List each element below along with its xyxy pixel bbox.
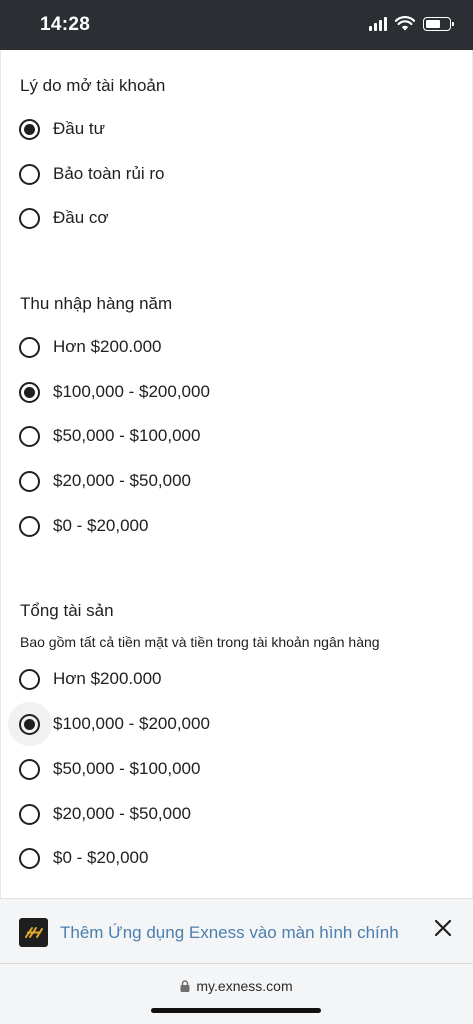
radio-unchecked-icon[interactable] <box>19 758 40 780</box>
option-label: $100,000 - $200,000 <box>53 382 210 401</box>
exness-logo-icon <box>19 918 48 947</box>
radio-checked-icon[interactable] <box>19 118 40 140</box>
section-title-account-reason: Lý do mở tài khoản <box>20 76 166 95</box>
option-label: Hơn $200.000 <box>53 337 162 356</box>
option-label: $50,000 - $100,000 <box>53 759 201 778</box>
radio-unchecked-icon[interactable] <box>19 668 40 690</box>
radio-checked-icon[interactable] <box>19 713 40 735</box>
wifi-icon <box>395 16 415 31</box>
battery-icon <box>423 16 454 31</box>
radio-option-annual-income-2[interactable]: $50,000 - $100,000 <box>19 421 200 451</box>
radio-unchecked-icon[interactable] <box>19 425 40 447</box>
option-label: $50,000 - $100,000 <box>53 426 201 445</box>
section-description-total-assets: Bao gồm tất cả tiền mặt và tiền trong tà… <box>20 634 380 650</box>
radio-option-total-assets-3[interactable]: $20,000 - $50,000 <box>19 799 191 829</box>
radio-unchecked-icon[interactable] <box>19 803 40 825</box>
radio-option-account-reason-2[interactable]: Đầu cơ <box>19 203 109 233</box>
option-label: Đầu cơ <box>53 208 109 227</box>
radio-option-total-assets-1[interactable]: $100,000 - $200,000 <box>19 709 210 739</box>
radio-unchecked-icon[interactable] <box>19 847 40 869</box>
status-icons <box>369 16 454 31</box>
section-title-total-assets: Tổng tài sản <box>20 601 114 620</box>
radio-option-total-assets-4[interactable]: $0 - $20,000 <box>19 843 148 873</box>
radio-unchecked-icon[interactable] <box>19 336 40 358</box>
option-label: Đầu tư <box>53 119 106 138</box>
radio-checked-icon[interactable] <box>19 381 40 403</box>
status-time: 14:28 <box>40 14 91 35</box>
option-label: $20,000 - $50,000 <box>53 804 192 823</box>
status-bar: 14:28 <box>0 0 473 50</box>
url-display[interactable]: my.exness.com <box>0 978 473 994</box>
option-label: $20,000 - $50,000 <box>53 471 192 490</box>
lock-icon <box>180 980 190 992</box>
home-indicator[interactable] <box>151 1008 321 1013</box>
browser-url-bar[interactable]: my.exness.com <box>0 964 473 1024</box>
radio-unchecked-icon[interactable] <box>19 515 40 537</box>
option-label: Bảo toàn rủi ro <box>53 164 165 183</box>
radio-unchecked-icon[interactable] <box>19 470 40 492</box>
add-to-home-text[interactable]: Thêm Ứng dụng Exness vào màn hình chính <box>60 923 399 943</box>
option-label: Hơn $200.000 <box>53 669 162 688</box>
radio-option-total-assets-0[interactable]: Hơn $200.000 <box>19 664 162 694</box>
radio-option-annual-income-3[interactable]: $20,000 - $50,000 <box>19 466 191 496</box>
radio-unchecked-icon[interactable] <box>19 163 40 185</box>
section-title-annual-income: Thu nhập hàng năm <box>20 294 173 313</box>
close-icon[interactable] <box>432 917 454 939</box>
url-text: my.exness.com <box>196 978 293 994</box>
radio-option-account-reason-0[interactable]: Đầu tư <box>19 114 105 144</box>
cellular-signal-icon <box>369 16 387 31</box>
form-content: Lý do mở tài khoản Đầu tư Bảo toàn rủi r… <box>0 50 473 898</box>
radio-option-total-assets-2[interactable]: $50,000 - $100,000 <box>19 754 200 784</box>
add-to-home-banner[interactable]: Thêm Ứng dụng Exness vào màn hình chính <box>0 898 473 964</box>
option-label: $100,000 - $200,000 <box>53 714 210 733</box>
radio-option-annual-income-0[interactable]: Hơn $200.000 <box>19 332 162 362</box>
radio-option-annual-income-1[interactable]: $100,000 - $200,000 <box>19 377 210 407</box>
radio-unchecked-icon[interactable] <box>19 207 40 229</box>
radio-option-annual-income-4[interactable]: $0 - $20,000 <box>19 511 148 541</box>
option-label: $0 - $20,000 <box>53 848 149 867</box>
radio-option-account-reason-1[interactable]: Bảo toàn rủi ro <box>19 159 165 189</box>
option-label: $0 - $20,000 <box>53 516 149 535</box>
